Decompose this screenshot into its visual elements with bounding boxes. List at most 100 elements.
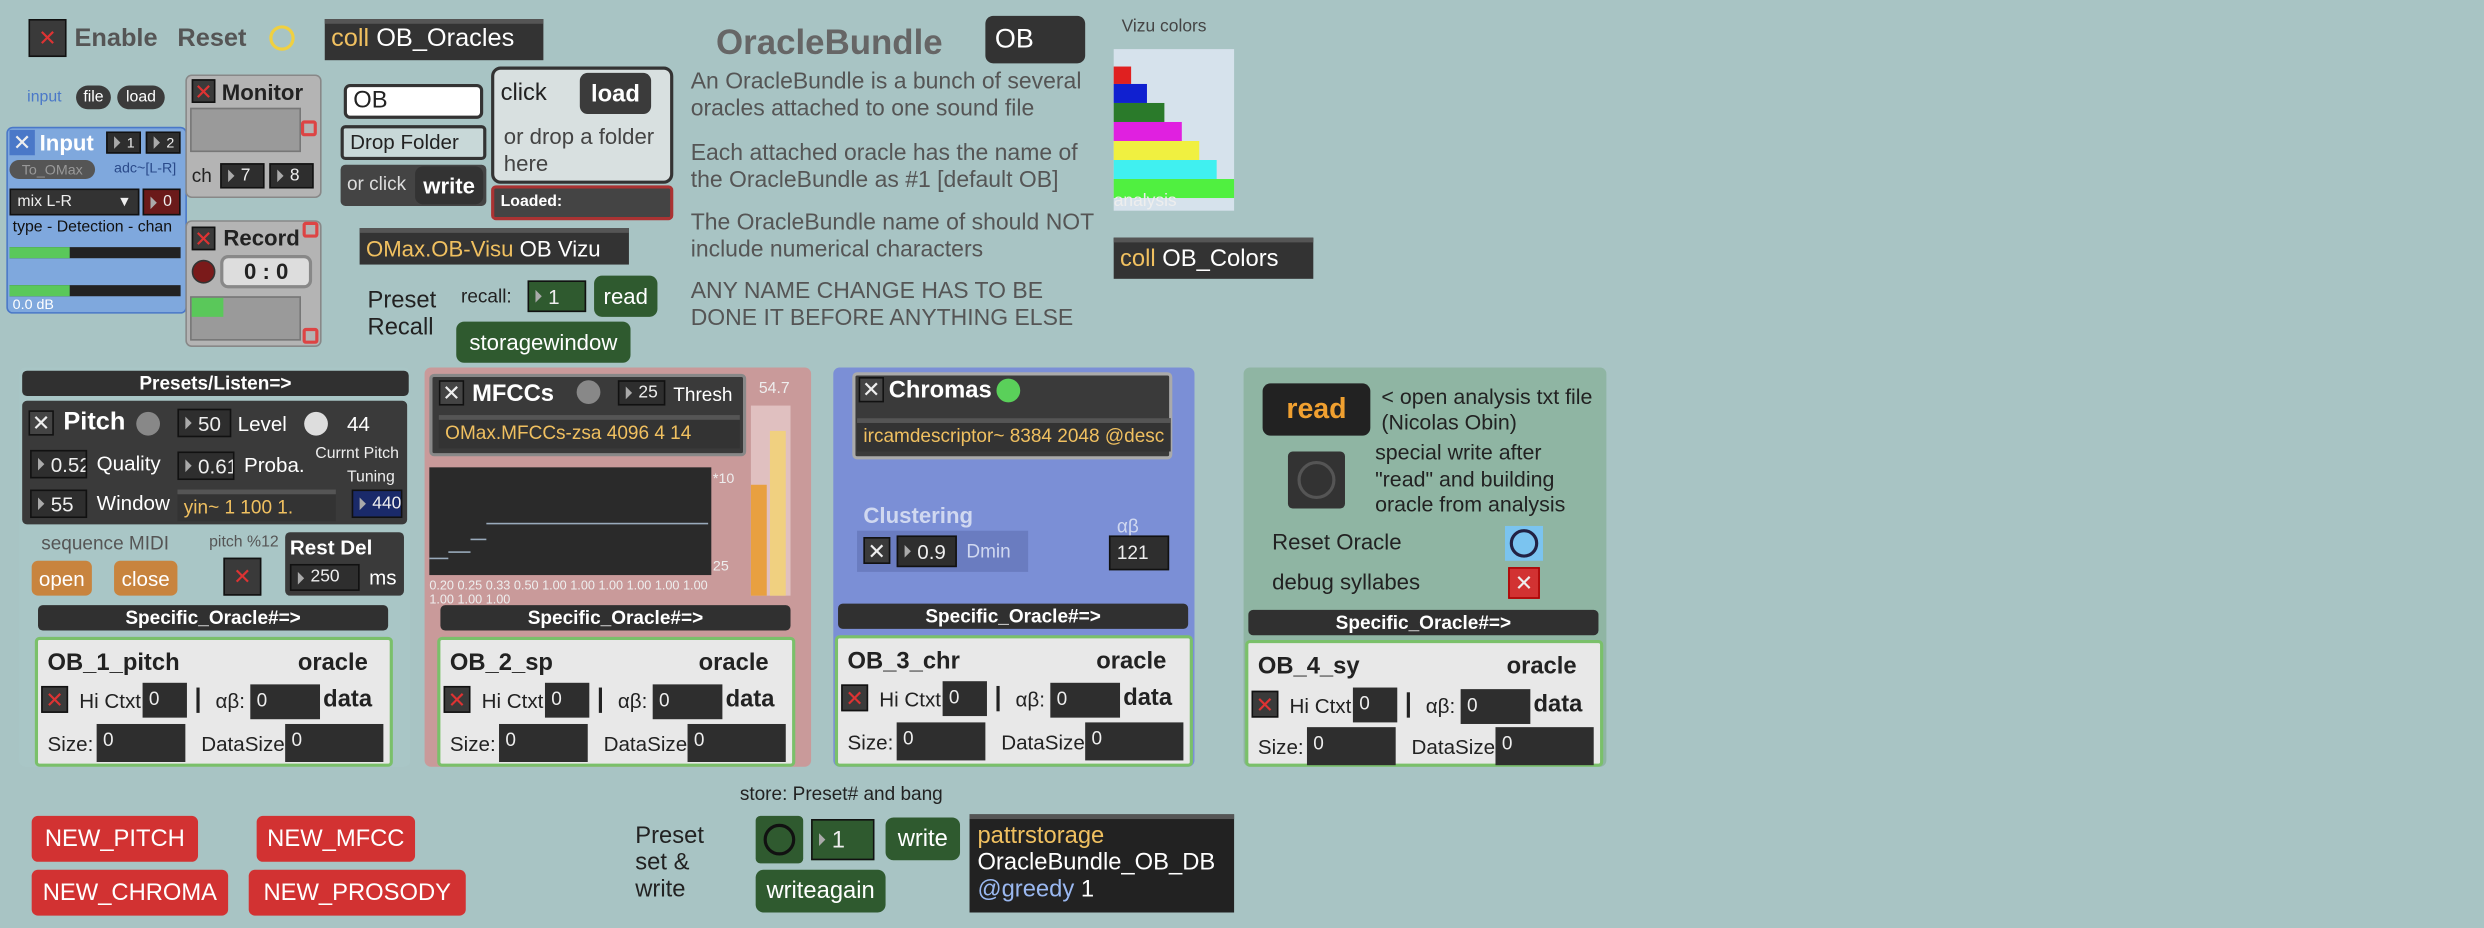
write-button[interactable]: write xyxy=(415,166,484,205)
divider-3 xyxy=(996,685,1000,712)
hictx-value-3[interactable]: 0 xyxy=(942,681,987,717)
window-number[interactable]: 55 xyxy=(30,489,88,519)
monitor-ch-label: ch xyxy=(191,164,212,187)
record-toggle[interactable] xyxy=(191,226,216,251)
open-button[interactable]: open xyxy=(31,560,92,596)
size-value-2[interactable]: 0 xyxy=(499,723,588,763)
special-write-bang[interactable] xyxy=(1287,451,1345,509)
size-value-1[interactable]: 0 xyxy=(96,723,186,763)
coll-ob-colors[interactable]: coll OB_Colors xyxy=(1113,237,1314,279)
ob-name-field[interactable]: OB xyxy=(343,83,484,119)
hictx-value-2[interactable]: 0 xyxy=(544,682,590,718)
new-prosody-button[interactable]: NEW_PROSODY xyxy=(248,869,466,916)
pattrstorage-line-3: @greedy 1 xyxy=(977,876,1095,903)
monitor-outlet[interactable] xyxy=(300,120,317,137)
oracle-toggle-3[interactable] xyxy=(841,684,869,712)
mfcc-title: MFCCs xyxy=(472,380,554,408)
input-num-1[interactable]: 1 xyxy=(106,131,141,154)
to-omax-button[interactable]: To_OMax xyxy=(9,160,96,180)
clustering-toggle[interactable] xyxy=(863,537,891,564)
input-level-slider-2[interactable] xyxy=(9,285,181,297)
read-analysis-button[interactable]: read xyxy=(1262,383,1371,436)
specific-oracle-header-3: Specific_Oracle#=> xyxy=(838,603,1189,629)
mfcc-25-label: 25 xyxy=(712,557,729,574)
store-number[interactable]: 1 xyxy=(811,819,875,861)
input-toggle[interactable] xyxy=(9,129,35,156)
mix-number[interactable]: 0 xyxy=(142,188,181,216)
new-mfcc-button[interactable]: NEW_MFCC xyxy=(256,815,416,862)
new-pitch-button[interactable]: NEW_PITCH xyxy=(31,815,199,862)
drop-folder-button[interactable]: Drop Folder xyxy=(340,125,487,161)
yin-object[interactable]: yin~ 1 100 1. xyxy=(177,489,336,522)
ab-label-2: αβ: xyxy=(617,689,648,713)
ircamdescriptor-object[interactable]: ircamdescriptor~ 8384 2048 @desc xyxy=(857,418,1171,452)
record-outlet[interactable] xyxy=(302,221,319,238)
tab-file[interactable]: file xyxy=(76,85,111,110)
datasize-value-4[interactable]: 0 xyxy=(1495,727,1594,766)
record-outlet-2[interactable] xyxy=(302,327,319,344)
divider-4 xyxy=(1406,692,1410,718)
read-preset-button[interactable]: read xyxy=(594,275,658,317)
mix-dropdown[interactable]: mix L-R ▼ xyxy=(9,188,140,216)
ab-label-1: αβ: xyxy=(215,689,245,713)
storagewindow-button[interactable]: storagewindow xyxy=(456,321,631,363)
datasize-value-3[interactable]: 0 xyxy=(1085,722,1184,761)
hictx-value-1[interactable]: 0 xyxy=(142,682,187,718)
mfcc-thresh-number[interactable]: 25 xyxy=(617,380,666,406)
quality-number[interactable]: 0.52 xyxy=(30,449,88,479)
reset-label[interactable]: Reset xyxy=(177,25,246,54)
monitor-ch2[interactable]: 8 xyxy=(269,163,314,189)
pitch12-toggle[interactable] xyxy=(223,557,262,596)
chroma-ab-number[interactable]: 121 xyxy=(1108,535,1170,571)
oracle-toggle-4[interactable] xyxy=(1251,690,1279,718)
size-value-4[interactable]: 0 xyxy=(1306,727,1396,766)
coll-ob-oracles[interactable]: coll OB_Oracles xyxy=(324,19,544,61)
input-level-slider-1[interactable] xyxy=(9,247,181,259)
oracle-toggle-1[interactable] xyxy=(41,685,69,713)
tab-input[interactable]: input xyxy=(19,86,70,110)
recall-number[interactable]: 1 xyxy=(527,280,587,313)
omax-ob-visu-object[interactable]: OMax.OB-Visu OB Vizu xyxy=(359,228,629,265)
pattrstorage-object[interactable]: pattrstorage OracleBundle_OB_DB @greedy … xyxy=(969,814,1235,913)
store-write-button[interactable]: write xyxy=(885,817,961,861)
writeagain-button[interactable]: writeagain xyxy=(755,869,886,913)
new-chroma-button[interactable]: NEW_CHROMA xyxy=(31,869,229,916)
reset-oracle-bang[interactable] xyxy=(1504,525,1544,561)
mfcc-object[interactable]: OMax.MFCCs-zsa 4096 4 14 xyxy=(438,415,740,449)
monitor-ch1[interactable]: 7 xyxy=(220,163,265,189)
oracle-toggle-2[interactable] xyxy=(443,685,471,713)
monitor-toggle[interactable] xyxy=(191,79,216,103)
enable-toggle[interactable] xyxy=(28,19,67,58)
input-num-2[interactable]: 2 xyxy=(145,131,181,154)
level-label: Level xyxy=(237,411,287,436)
datasize-value-1[interactable]: 0 xyxy=(285,723,384,763)
rest-del-number[interactable]: 250 xyxy=(289,563,360,591)
ab-value-4[interactable]: 0 xyxy=(1460,689,1531,724)
load-button[interactable]: load xyxy=(579,72,652,115)
record-button[interactable] xyxy=(191,259,216,284)
mfcc-bars xyxy=(750,405,791,596)
datasize-value-2[interactable]: 0 xyxy=(687,723,786,763)
ab-value-3[interactable]: 0 xyxy=(1050,682,1121,718)
size-label-1: Size: xyxy=(47,731,94,756)
store-bang[interactable] xyxy=(755,815,804,864)
chroma-toggle[interactable] xyxy=(858,377,884,403)
tab-load[interactable]: load xyxy=(117,85,165,110)
pitch-num-50[interactable]: 50 xyxy=(177,408,232,438)
tuning-number[interactable]: 440 xyxy=(351,489,403,519)
ob-name-display[interactable]: OB xyxy=(985,15,1086,64)
mfcc-toggle[interactable] xyxy=(438,380,465,406)
hictx-value-4[interactable]: 0 xyxy=(1352,687,1398,723)
size-value-3[interactable]: 0 xyxy=(896,722,986,761)
size-label-3: Size: xyxy=(847,730,894,755)
proba-number[interactable]: 0.61 xyxy=(177,451,235,481)
debug-syllabes-toggle[interactable] xyxy=(1508,567,1540,599)
level-led xyxy=(304,411,328,436)
close-button[interactable]: close xyxy=(114,560,178,596)
ab-value-1[interactable]: 0 xyxy=(250,684,321,720)
reset-bang[interactable] xyxy=(269,25,295,51)
ab-value-2[interactable]: 0 xyxy=(652,684,723,720)
pitch-toggle[interactable] xyxy=(28,410,54,436)
dmin-number[interactable]: 0.9 xyxy=(896,535,957,568)
current-pitch-label: Currnt Pitch xyxy=(315,445,399,463)
